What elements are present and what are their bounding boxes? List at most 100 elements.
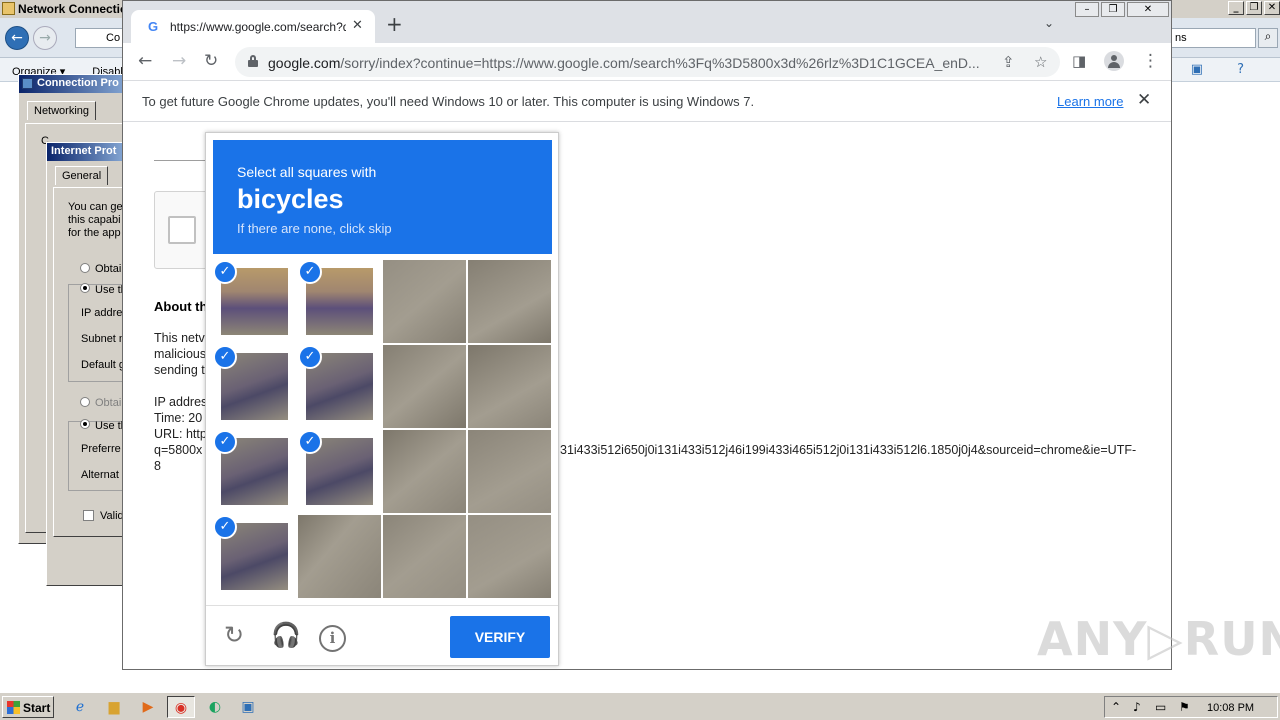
reload-icon[interactable]: ↻: [224, 621, 244, 649]
captcha-tile[interactable]: [468, 430, 551, 513]
tab-general[interactable]: General: [55, 166, 109, 185]
reload-icon[interactable]: ↻: [204, 51, 218, 71]
infobar-message: To get future Google Chrome updates, you…: [142, 94, 755, 109]
captcha-tile[interactable]: [468, 515, 551, 598]
close-icon[interactable]: ✕: [1137, 90, 1151, 110]
captcha-tile[interactable]: [383, 515, 466, 598]
selected-check-icon: ✓: [298, 430, 322, 454]
forward-arrow-icon[interactable]: →: [172, 51, 186, 71]
system-tray: ⌃ ♪ ▭ ⚑ 10:08 PM: [1104, 696, 1278, 718]
use-ip-radio[interactable]: [80, 283, 90, 293]
close-button[interactable]: ✕: [1127, 2, 1169, 17]
validate-checkbox[interactable]: [83, 510, 94, 521]
captcha-tile[interactable]: [383, 260, 466, 343]
minimize-button[interactable]: _: [1228, 1, 1244, 15]
edge-icon[interactable]: ◐: [201, 696, 229, 718]
captcha-tile[interactable]: [298, 515, 381, 598]
lock-icon[interactable]: [248, 55, 258, 67]
explorer-search-input[interactable]: ns: [1170, 28, 1256, 48]
media-player-icon[interactable]: ▶: [134, 696, 162, 718]
captcha-tile[interactable]: ✓: [213, 260, 296, 343]
network-tray-icon[interactable]: ▭: [1155, 700, 1166, 714]
learn-more-link[interactable]: Learn more: [1057, 94, 1123, 109]
selected-check-icon: ✓: [298, 260, 322, 284]
explorer-window-buttons: _ ❐ ✕: [1228, 1, 1280, 15]
captcha-tile[interactable]: ✓: [298, 345, 381, 428]
selected-check-icon: ✓: [213, 345, 237, 369]
captcha-tile[interactable]: [468, 260, 551, 343]
back-arrow-icon[interactable]: ←: [5, 26, 29, 50]
captcha-tile[interactable]: [468, 345, 551, 428]
share-icon[interactable]: ⇪: [1002, 53, 1015, 71]
tab-strip: G https://www.google.com/search?q= ✕ + ⌄…: [123, 1, 1171, 43]
tab-search-chevron-icon[interactable]: ⌄: [1044, 16, 1054, 30]
internet-explorer-icon[interactable]: ℯ: [66, 696, 94, 718]
restore-button[interactable]: ❐: [1101, 2, 1125, 17]
url-text: google.com/sorry/index?continue=https://…: [268, 55, 993, 71]
side-panel-icon[interactable]: ◨: [1072, 51, 1086, 71]
tile-image: [468, 430, 551, 513]
action-center-flag-icon[interactable]: ⚑: [1179, 700, 1190, 714]
audio-headphones-icon[interactable]: 🎧: [271, 621, 301, 649]
minimize-button[interactable]: –: [1075, 2, 1099, 17]
close-tab-icon[interactable]: ✕: [352, 18, 363, 33]
tab-networking[interactable]: Networking: [27, 101, 97, 120]
instruction-text: Select all squares with: [237, 164, 377, 180]
captcha-tile[interactable]: ✓: [298, 430, 381, 513]
url-host: google.com: [268, 55, 341, 71]
obtain-dns-radio[interactable]: [80, 397, 90, 407]
profile-avatar-icon[interactable]: [1104, 51, 1124, 71]
recaptcha-checkbox[interactable]: [168, 216, 196, 244]
bookmark-star-icon[interactable]: ☆: [1034, 53, 1047, 71]
watermark-logo: ANY▷RUN: [1037, 612, 1280, 666]
browser-tab[interactable]: G https://www.google.com/search?q= ✕: [131, 10, 375, 43]
back-arrow-icon[interactable]: ←: [138, 51, 152, 71]
use-dns-radio[interactable]: [80, 419, 90, 429]
tile-image: [468, 345, 551, 428]
validate-label: Valid: [100, 510, 124, 522]
start-button[interactable]: Start: [2, 696, 54, 718]
captcha-tile[interactable]: [383, 430, 466, 513]
tile-image: [298, 515, 381, 598]
chrome-window-buttons: – ❐ ✕: [1075, 2, 1169, 17]
ip-line: IP addres: [154, 395, 208, 409]
challenge-header: Select all squares with bicycles If ther…: [213, 140, 552, 254]
explorer-address-text: Co: [106, 32, 121, 44]
info-icon[interactable]: i: [319, 625, 346, 652]
dialog-title: Internet Prot: [51, 145, 117, 157]
about-heading: About th: [154, 299, 208, 314]
address-bar[interactable]: google.com/sorry/index?continue=https://…: [235, 47, 1060, 77]
file-explorer-icon[interactable]: ▆: [100, 696, 128, 718]
preview-pane-icon[interactable]: ▣: [1191, 62, 1203, 77]
start-label: Start: [23, 701, 51, 715]
captcha-tile[interactable]: ✓: [298, 260, 381, 343]
obtain-ip-label: Obtai: [95, 263, 122, 275]
update-infobar: To get future Google Chrome updates, you…: [123, 81, 1171, 122]
image-grid: ✓ ✓ ✓ ✓ ✓ ✓ ✓: [213, 260, 552, 598]
help-icon[interactable]: ?: [1237, 62, 1244, 77]
volume-icon[interactable]: ♪: [1133, 700, 1141, 714]
para-line-1: This netv: [154, 331, 205, 345]
chrome-taskbar-icon[interactable]: ◉: [167, 696, 195, 718]
captcha-tile[interactable]: ✓: [213, 515, 296, 598]
network-folder-icon: [2, 2, 15, 15]
url-line: URL: http: [154, 427, 207, 441]
close-button[interactable]: ✕: [1264, 1, 1280, 15]
tile-image: [383, 515, 466, 598]
network-connections-icon[interactable]: ▣: [234, 696, 262, 718]
captcha-tile[interactable]: [383, 345, 466, 428]
restore-button[interactable]: ❐: [1246, 1, 1262, 15]
verify-button[interactable]: VERIFY: [450, 616, 550, 658]
show-hidden-icons-icon[interactable]: ⌃: [1111, 700, 1121, 714]
obtain-ip-radio[interactable]: [80, 263, 90, 273]
menu-kebab-icon[interactable]: ⋮: [1142, 51, 1159, 71]
captcha-tile[interactable]: ✓: [213, 430, 296, 513]
search-icon[interactable]: ⌕: [1258, 28, 1278, 48]
new-tab-button[interactable]: +: [386, 14, 403, 34]
network-icon: [22, 78, 33, 89]
subnet-label: Subnet n: [81, 333, 126, 345]
tile-image: [383, 345, 466, 428]
forward-arrow-icon[interactable]: →: [33, 26, 57, 50]
para-line-3: sending t: [154, 363, 205, 377]
captcha-tile[interactable]: ✓: [213, 345, 296, 428]
